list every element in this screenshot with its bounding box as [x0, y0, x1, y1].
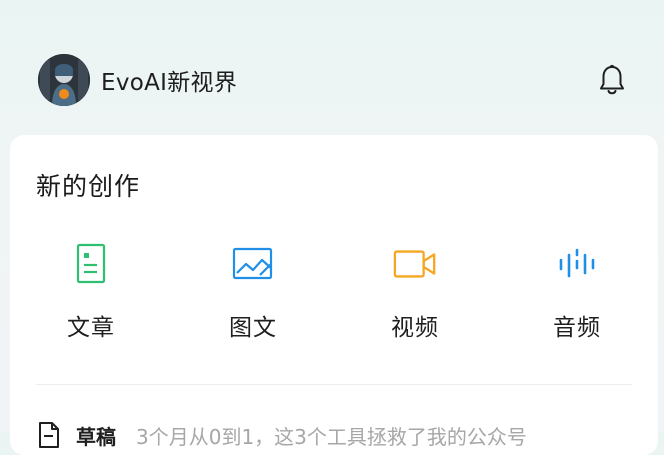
create-video-button[interactable]: 视频 [360, 242, 470, 342]
create-title: 新的创作 [36, 172, 141, 201]
create-video-label: 视频 [391, 315, 439, 341]
notification-bell-button[interactable] [596, 63, 628, 97]
image-text-icon [232, 247, 273, 280]
create-card: 新的创作 文章 图文 视频 音频 草稿 3个月从0到1，这3个工具拯救了我的公众… [10, 135, 658, 455]
create-image-text-label: 图文 [229, 315, 277, 341]
divider [36, 384, 632, 385]
user-avatar-icon [38, 54, 90, 106]
create-article-label: 文章 [67, 315, 115, 341]
bell-icon [600, 64, 624, 95]
create-audio-button[interactable]: 音频 [522, 242, 632, 342]
drafts-label: 草稿 [76, 424, 116, 449]
account-name: EvoAI新视界 [101, 70, 238, 96]
drafts-row[interactable]: 草稿 3个月从0到1，这3个工具拯救了我的公众号 [36, 415, 664, 455]
create-options: 文章 图文 视频 音频 [10, 242, 658, 342]
create-audio-label: 音频 [553, 315, 601, 341]
header: EvoAI新视界 [38, 53, 628, 107]
video-icon [393, 250, 436, 278]
create-article-button[interactable]: 文章 [36, 242, 146, 342]
draft-preview-text: 3个月从0到1，这3个工具拯救了我的公众号 [136, 424, 527, 449]
create-image-text-button[interactable]: 图文 [198, 242, 308, 342]
audio-icon [559, 248, 595, 278]
avatar[interactable] [38, 54, 90, 106]
document-icon [39, 422, 59, 448]
article-icon [76, 243, 106, 284]
